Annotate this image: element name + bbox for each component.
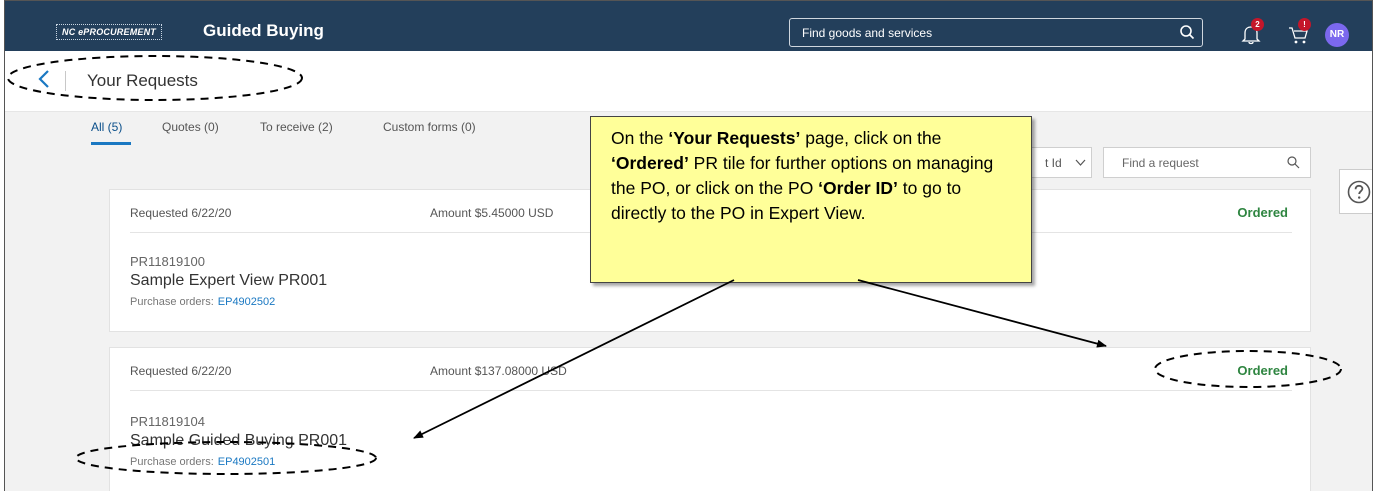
back-arrow-icon[interactable] <box>37 68 51 90</box>
tab-all[interactable]: All (5) <box>91 120 122 134</box>
help-icon <box>1347 180 1371 204</box>
app-title[interactable]: Guided Buying <box>203 21 324 41</box>
callout-text: On the <box>611 128 669 148</box>
request-amount: Amount $5.45000 USD <box>430 206 554 220</box>
tab-quotes[interactable]: Quotes (0) <box>162 120 219 134</box>
status-badge[interactable]: Ordered <box>1237 205 1288 220</box>
global-search-input[interactable]: Find goods and services <box>789 18 1203 47</box>
status-badge[interactable]: Ordered <box>1237 363 1288 378</box>
card-divider <box>130 390 1292 391</box>
search-icon[interactable] <box>1286 155 1300 169</box>
notifications-badge: 2 <box>1251 18 1264 31</box>
search-icon[interactable] <box>1178 23 1196 41</box>
purchase-orders: Purchase orders: EP4902501 <box>130 456 275 468</box>
cart-badge: ! <box>1298 18 1311 31</box>
search-placeholder: Find goods and services <box>802 26 933 40</box>
po-label: Purchase orders: <box>130 296 214 308</box>
request-amount: Amount $137.08000 USD <box>430 364 567 378</box>
brand-logo[interactable]: NC ePROCUREMENT <box>56 24 163 40</box>
pr-id: PR11819100 <box>130 254 205 269</box>
request-card[interactable]: Requested 6/22/20 Amount $137.08000 USD … <box>109 347 1311 491</box>
sort-label: t Id <box>1045 156 1062 170</box>
chevron-down-icon <box>1075 159 1086 166</box>
po-link[interactable]: EP4902502 <box>218 296 276 308</box>
tab-custom-forms[interactable]: Custom forms (0) <box>383 120 476 134</box>
help-button[interactable] <box>1339 169 1372 214</box>
requested-date: Requested 6/22/20 <box>130 206 232 220</box>
callout-emphasis: ‘Order ID’ <box>818 178 898 198</box>
active-tab-indicator <box>91 142 131 145</box>
purchase-orders: Purchase orders: EP4902502 <box>130 296 275 308</box>
cart-button[interactable]: ! <box>1287 18 1311 45</box>
callout-text: page, click on the <box>800 128 942 148</box>
user-avatar[interactable]: NR <box>1325 23 1349 47</box>
po-label: Purchase orders: <box>130 456 214 468</box>
pr-name[interactable]: Sample Expert View PR001 <box>130 272 327 290</box>
tab-to-receive[interactable]: To receive (2) <box>260 120 333 134</box>
page-header: Your Requests <box>5 51 1372 112</box>
notifications-button[interactable]: 2 <box>1241 18 1264 45</box>
instruction-callout: On the ‘Your Requests’ page, click on th… <box>590 116 1032 283</box>
find-request-placeholder: Find a request <box>1122 156 1199 170</box>
top-navigation-bar: NC ePROCUREMENT Guided Buying Find goods… <box>5 1 1372 51</box>
find-request-input[interactable]: Find a request <box>1103 147 1311 178</box>
callout-emphasis: ‘Ordered’ <box>611 153 689 173</box>
pr-id: PR11819104 <box>130 414 205 429</box>
po-link[interactable]: EP4902501 <box>218 456 276 468</box>
header-divider <box>65 71 66 91</box>
page-title: Your Requests <box>87 71 198 90</box>
requested-date: Requested 6/22/20 <box>130 364 232 378</box>
pr-name[interactable]: Sample Guided Buying PR001 <box>130 432 347 450</box>
callout-emphasis: ‘Your Requests’ <box>668 128 801 148</box>
